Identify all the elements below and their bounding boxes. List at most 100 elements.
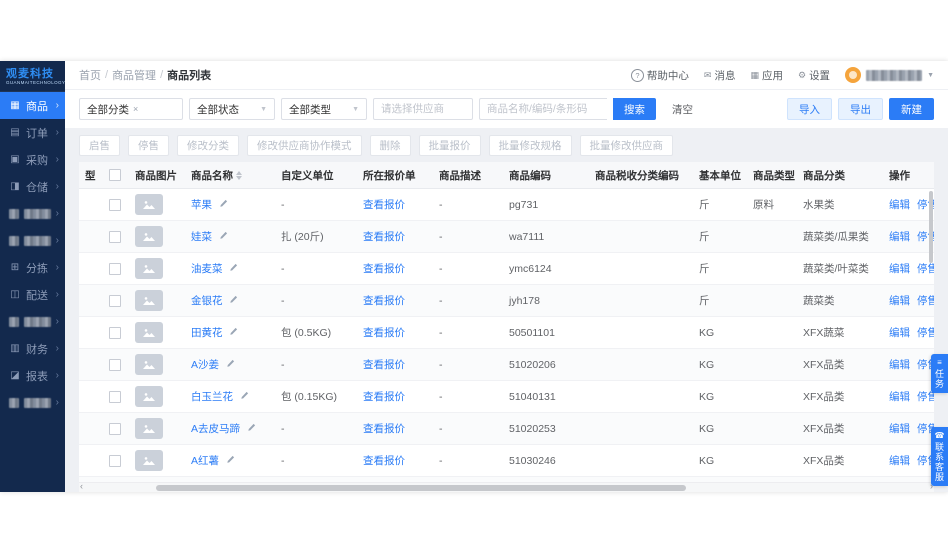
product-type-cell bbox=[747, 348, 797, 381]
product-name-link[interactable]: 苹果 bbox=[191, 199, 212, 211]
topbar-action-设置[interactable]: ⚙ 设置 bbox=[798, 68, 830, 83]
view-quote-link[interactable]: 查看报价 bbox=[363, 263, 405, 275]
view-quote-link[interactable]: 查看报价 bbox=[363, 391, 405, 403]
view-quote-link[interactable]: 查看报价 bbox=[363, 423, 405, 435]
bulk-action-button[interactable]: 批量报价 bbox=[418, 135, 481, 156]
row-actions-cell: 编辑停售删除 bbox=[883, 252, 934, 285]
create-button[interactable]: 新建 bbox=[889, 98, 934, 120]
chevron-down-icon: ▼ bbox=[260, 105, 267, 113]
row-checkbox[interactable] bbox=[109, 326, 121, 339]
export-button[interactable]: 导出 bbox=[838, 98, 883, 120]
sidebar-item-采购[interactable]: ▣ 采购 › bbox=[0, 146, 65, 173]
bulk-action-button[interactable]: 修改供应商协作模式 bbox=[247, 135, 362, 156]
bulk-action-button[interactable]: 启售 bbox=[79, 135, 120, 156]
row-checkbox[interactable] bbox=[109, 294, 121, 307]
search-button[interactable]: 搜索 bbox=[613, 98, 656, 120]
view-quote-link[interactable]: 查看报价 bbox=[363, 359, 405, 371]
sidebar-item-blurred[interactable]: › bbox=[0, 308, 65, 335]
type-filter-select[interactable]: 全部类型 ▼ bbox=[281, 98, 367, 120]
import-button[interactable]: 导入 bbox=[787, 98, 832, 120]
sidebar-item-订单[interactable]: ▤ 订单 › bbox=[0, 119, 65, 146]
product-image-placeholder bbox=[135, 194, 163, 215]
view-quote-link[interactable]: 查看报价 bbox=[363, 455, 405, 467]
sort-icon[interactable] bbox=[236, 171, 242, 181]
select-all-checkbox[interactable] bbox=[109, 169, 121, 182]
sidebar-item-blurred[interactable]: › bbox=[0, 389, 65, 416]
horizontal-scrollbar-thumb[interactable] bbox=[155, 484, 687, 491]
sidebar-item-报表[interactable]: ◪ 报表 › bbox=[0, 362, 65, 389]
product-type-cell: 原料 bbox=[747, 188, 797, 221]
product-name-link[interactable]: A沙姜 bbox=[191, 359, 219, 371]
edit-link[interactable]: 编辑 bbox=[889, 327, 910, 339]
bulk-action-button[interactable]: 修改分类 bbox=[177, 135, 239, 156]
remove-tag-icon[interactable]: × bbox=[133, 104, 138, 114]
search-input[interactable] bbox=[479, 98, 607, 120]
edit-link[interactable]: 编辑 bbox=[889, 455, 910, 467]
category-cell: 蔬菜类/叶菜类 bbox=[797, 252, 883, 285]
sidebar-item-配送[interactable]: ◫ 配送 › bbox=[0, 281, 65, 308]
edit-name-icon[interactable] bbox=[229, 327, 238, 339]
topbar-action-消息[interactable]: ✉ 消息 bbox=[704, 68, 736, 83]
task-panel-tab[interactable]: ≡ 任务 bbox=[931, 354, 948, 393]
row-checkbox[interactable] bbox=[109, 454, 121, 467]
bulk-action-button[interactable]: 删除 bbox=[369, 135, 411, 156]
row-checkbox[interactable] bbox=[109, 198, 121, 211]
edit-link[interactable]: 编辑 bbox=[889, 263, 910, 275]
edit-link[interactable]: 编辑 bbox=[889, 199, 910, 211]
sidebar-item-blurred[interactable]: › bbox=[0, 200, 65, 227]
breadcrumb-item[interactable]: 商品管理 bbox=[112, 67, 156, 83]
view-quote-link[interactable]: 查看报价 bbox=[363, 295, 405, 307]
product-name-link[interactable]: A红薯 bbox=[191, 455, 219, 467]
user-menu[interactable]: ▼ bbox=[845, 67, 934, 83]
contact-service-tab[interactable]: ☎ 联系客服 bbox=[931, 427, 948, 486]
sidebar-item-商品[interactable]: ▦ 商品 › bbox=[0, 92, 65, 119]
row-checkbox[interactable] bbox=[109, 358, 121, 371]
supplier-input[interactable] bbox=[373, 98, 473, 120]
status-filter-select[interactable]: 全部状态 ▼ bbox=[189, 98, 275, 120]
sidebar-item-分拣[interactable]: ⊞ 分拣 › bbox=[0, 254, 65, 281]
edit-name-icon[interactable] bbox=[240, 391, 249, 403]
edit-link[interactable]: 编辑 bbox=[889, 231, 910, 243]
product-name-link[interactable]: A去皮马蹄 bbox=[191, 423, 240, 435]
edit-name-icon[interactable] bbox=[226, 359, 235, 371]
product-name-link[interactable]: 白玉兰花 bbox=[191, 391, 233, 403]
bulk-action-button[interactable]: 批量修改规格 bbox=[488, 135, 572, 156]
edit-link[interactable]: 编辑 bbox=[889, 391, 910, 403]
scroll-left-arrow[interactable]: ‹ bbox=[80, 480, 83, 492]
product-type-cell bbox=[747, 220, 797, 253]
clear-button[interactable]: 清空 bbox=[666, 101, 699, 118]
product-name-link[interactable]: 油麦菜 bbox=[191, 263, 223, 275]
horizontal-scrollbar[interactable]: ‹ › bbox=[79, 480, 934, 492]
row-checkbox[interactable] bbox=[109, 390, 121, 403]
edit-name-icon[interactable] bbox=[219, 199, 228, 211]
edit-link[interactable]: 编辑 bbox=[889, 359, 910, 371]
view-quote-link[interactable]: 查看报价 bbox=[363, 199, 405, 211]
category-filter-select[interactable]: 全部分类 × bbox=[79, 98, 183, 120]
row-checkbox[interactable] bbox=[109, 230, 121, 243]
topbar-action-帮助中心[interactable]: ? 帮助中心 bbox=[630, 68, 689, 83]
row-checkbox[interactable] bbox=[109, 262, 121, 275]
breadcrumb-item[interactable]: 首页 bbox=[79, 67, 101, 83]
sidebar-item-仓储[interactable]: ◨ 仓储 › bbox=[0, 173, 65, 200]
topbar-action-应用[interactable]: ▦ 应用 bbox=[750, 68, 783, 83]
edit-name-icon[interactable] bbox=[229, 295, 238, 307]
sidebar-item-blurred[interactable]: › bbox=[0, 227, 65, 254]
bulk-action-button[interactable]: 批量修改供应商 bbox=[579, 135, 673, 156]
product-name-link[interactable]: 娃菜 bbox=[191, 231, 212, 243]
view-quote-link[interactable]: 查看报价 bbox=[363, 231, 405, 243]
bulk-action-button[interactable]: 停售 bbox=[128, 135, 169, 156]
row-checkbox[interactable] bbox=[109, 422, 121, 435]
product-type-cell bbox=[747, 252, 797, 285]
view-quote-link[interactable]: 查看报价 bbox=[363, 327, 405, 339]
product-name-link[interactable]: 田黄花 bbox=[191, 327, 223, 339]
product-name-link[interactable]: 金银花 bbox=[191, 295, 223, 307]
vertical-scrollbar-thumb[interactable] bbox=[929, 191, 933, 263]
edit-name-icon[interactable] bbox=[247, 423, 256, 435]
edit-link[interactable]: 编辑 bbox=[889, 295, 910, 307]
table-row: A红薯 - 查看报价 - 51030246 KG XFX品类 编辑停售删除 bbox=[79, 444, 934, 477]
edit-name-icon[interactable] bbox=[219, 231, 228, 243]
sidebar-item-财务[interactable]: ▥ 财务 › bbox=[0, 335, 65, 362]
edit-link[interactable]: 编辑 bbox=[889, 423, 910, 435]
edit-name-icon[interactable] bbox=[226, 455, 235, 467]
edit-name-icon[interactable] bbox=[229, 263, 238, 275]
